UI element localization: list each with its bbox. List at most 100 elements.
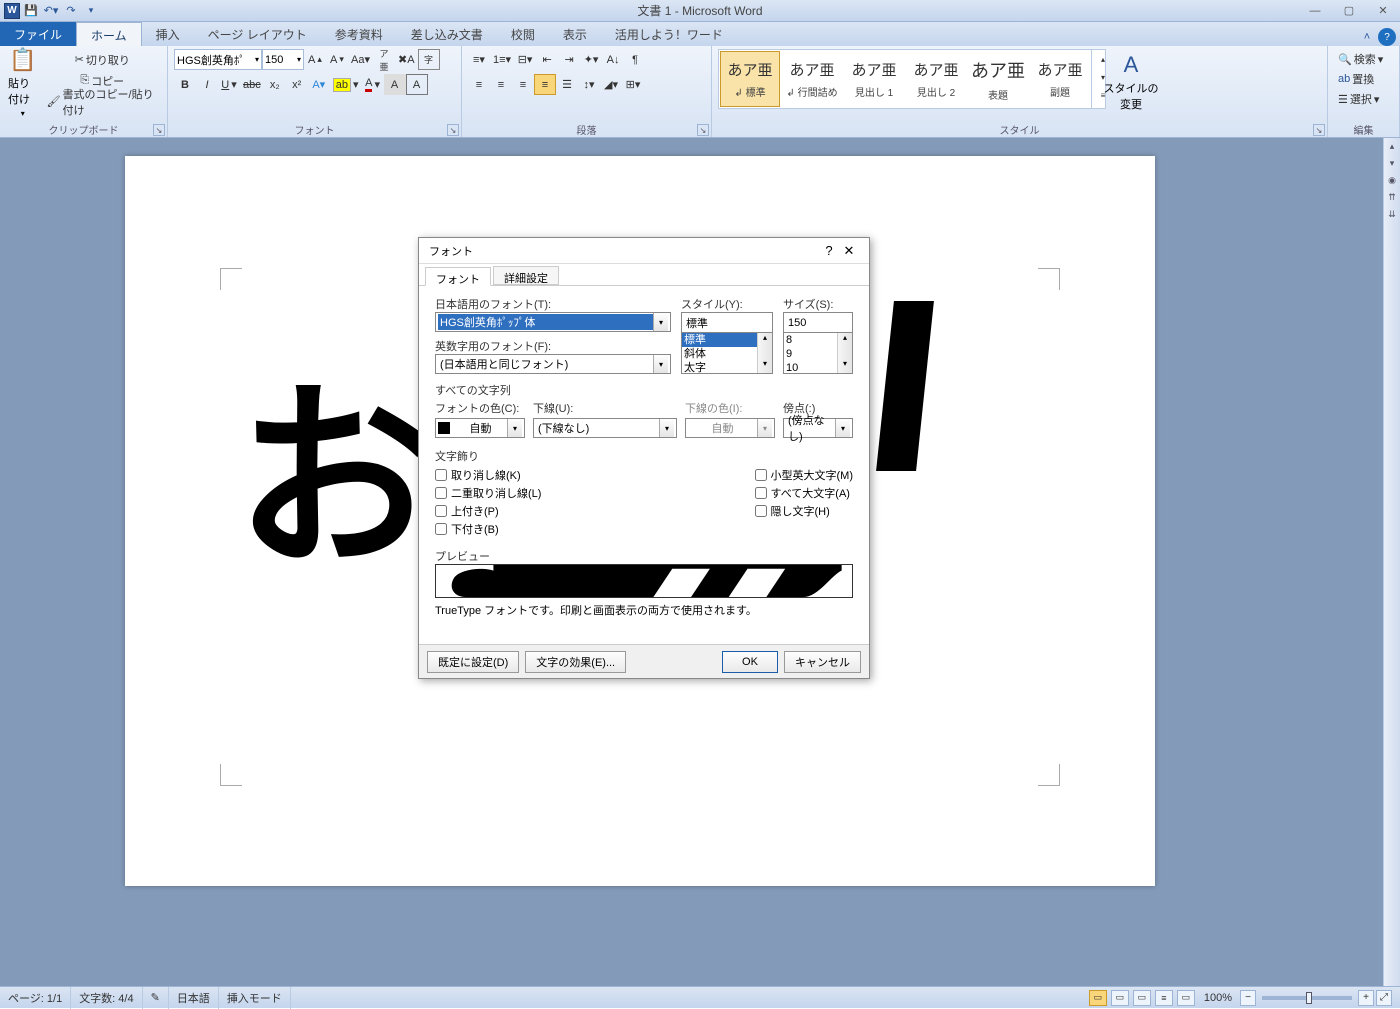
help-icon[interactable]: ? — [1378, 28, 1396, 46]
change-case-button[interactable]: Aa▾ — [348, 49, 373, 70]
tab-file[interactable]: ファイル — [0, 22, 76, 46]
draft-view-button[interactable]: ▭ — [1177, 990, 1195, 1006]
undo-button[interactable]: ↶▾ — [42, 2, 60, 20]
line-spacing-button[interactable]: ↕▾ — [578, 74, 600, 95]
replace-button[interactable]: ab 置換 — [1334, 69, 1378, 89]
zoom-slider-thumb[interactable] — [1306, 992, 1312, 1004]
tab-mailings[interactable]: 差し込み文書 — [397, 22, 497, 46]
chevron-down-icon[interactable]: ▾ — [507, 419, 522, 437]
tab-insert[interactable]: 挿入 — [142, 22, 194, 46]
decrease-indent-button[interactable]: ⇤ — [536, 49, 558, 70]
scroll-down-button[interactable]: ▾ — [1384, 155, 1400, 172]
shrink-font-button[interactable]: A▾ — [326, 49, 348, 70]
dialog-help-button[interactable]: ? — [819, 243, 839, 258]
document-text[interactable]: お — [235, 316, 425, 606]
set-default-button[interactable]: 既定に設定(D) — [427, 651, 519, 673]
next-page-button[interactable]: ⇊ — [1384, 206, 1400, 223]
strikethrough-button[interactable]: abc — [240, 74, 264, 95]
scroll-up-button[interactable]: ▴ — [1384, 138, 1400, 155]
chevron-down-icon[interactable]: ▾ — [757, 419, 772, 437]
chevron-down-icon[interactable]: ▾ — [659, 419, 674, 437]
underline-color-combo[interactable]: 自動▾ — [685, 418, 775, 438]
size-listbox[interactable]: 8 9 10 ▴▾ — [783, 332, 853, 374]
tab-view[interactable]: 表示 — [549, 22, 601, 46]
style-heading1[interactable]: あア亜見出し 1 — [844, 51, 904, 107]
scroll-down-icon[interactable]: ▾ — [758, 359, 772, 373]
scroll-up-icon[interactable]: ▴ — [838, 333, 852, 347]
superscript-button[interactable]: x² — [286, 74, 308, 95]
zoom-out-button[interactable]: − — [1240, 990, 1256, 1006]
style-title[interactable]: あア亜表題 — [968, 51, 1028, 107]
change-styles-button[interactable]: A スタイルの 変更 — [1106, 49, 1156, 115]
font-color-button[interactable]: A▾ — [362, 74, 384, 95]
character-border-button[interactable]: A — [406, 74, 428, 95]
redo-button[interactable]: ↷ — [62, 2, 80, 20]
style-nospacing[interactable]: あア亜↲ 行間詰め — [782, 51, 842, 107]
status-page[interactable]: ページ: 1/1 — [0, 987, 71, 1009]
font-name-combo[interactable]: HGS創英角ﾎﾟ▾ — [174, 49, 262, 70]
sort-button[interactable]: A↓ — [602, 49, 624, 70]
clipboard-dialog-launcher[interactable]: ↘ — [153, 124, 165, 136]
ok-button[interactable]: OK — [722, 651, 778, 673]
numbering-button[interactable]: 1≡▾ — [490, 49, 514, 70]
subscript-checkbox[interactable]: 下付き(B) — [435, 520, 541, 538]
zoom-fit-button[interactable]: ⤢ — [1376, 990, 1392, 1006]
align-left-button[interactable]: ≡ — [468, 74, 490, 95]
enclose-char-button[interactable]: 字 — [418, 49, 440, 70]
distribute-button[interactable]: ☰ — [556, 74, 578, 95]
clear-formatting-button[interactable]: ✖A — [395, 49, 418, 70]
bold-button[interactable]: B — [174, 74, 196, 95]
vertical-scrollbar[interactable]: ▴ ▾ ◉ ⇈ ⇊ — [1383, 138, 1400, 986]
zoom-level[interactable]: 100% — [1204, 992, 1232, 1004]
double-strike-checkbox[interactable]: 二重取り消し線(L) — [435, 484, 541, 502]
cut-button[interactable]: ✂切り取り — [44, 49, 161, 70]
prev-page-button[interactable]: ⇈ — [1384, 189, 1400, 206]
outline-view-button[interactable]: ≡ — [1155, 990, 1173, 1006]
style-heading2[interactable]: あア亜見出し 2 — [906, 51, 966, 107]
web-layout-view-button[interactable]: ▭ — [1133, 990, 1151, 1006]
size-input[interactable]: 150 — [783, 312, 853, 332]
ribbon-minimize-icon[interactable]: ˄ — [1358, 28, 1376, 46]
allcaps-checkbox[interactable]: すべて大文字(A) — [755, 484, 854, 502]
paragraph-dialog-launcher[interactable]: ↘ — [697, 124, 709, 136]
style-normal[interactable]: あア亜↲ 標準 — [720, 51, 780, 107]
align-right-button[interactable]: ≡ — [512, 74, 534, 95]
format-painter-button[interactable]: 🖌書式のコピー/貼り付け — [44, 91, 161, 112]
hidden-checkbox[interactable]: 隠し文字(H) — [755, 502, 854, 520]
underline-combo[interactable]: (下線なし)▾ — [533, 418, 677, 438]
show-marks-button[interactable]: ¶ — [624, 49, 646, 70]
styles-dialog-launcher[interactable]: ↘ — [1313, 124, 1325, 136]
tab-review[interactable]: 校閲 — [497, 22, 549, 46]
smallcaps-checkbox[interactable]: 小型英大文字(M) — [755, 466, 854, 484]
enfont-combo[interactable]: (日本語用と同じフォント)▾ — [435, 354, 671, 374]
emphasis-combo[interactable]: (傍点なし)▾ — [783, 418, 853, 438]
dialog-close-button[interactable]: ✕ — [839, 243, 859, 259]
qat-customize[interactable]: ▾ — [82, 2, 100, 20]
status-language[interactable]: 日本語 — [169, 987, 219, 1009]
chevron-down-icon[interactable]: ▾ — [653, 313, 668, 331]
tab-references[interactable]: 参考資料 — [321, 22, 397, 46]
bullets-button[interactable]: ≡▾ — [468, 49, 490, 70]
superscript-checkbox[interactable]: 上付き(P) — [435, 502, 541, 520]
chevron-down-icon[interactable]: ▾ — [835, 419, 850, 437]
grow-font-button[interactable]: A▴ — [304, 49, 326, 70]
status-proofing[interactable]: ✎ — [143, 987, 169, 1009]
zoom-in-button[interactable]: + — [1358, 990, 1374, 1006]
increase-indent-button[interactable]: ⇥ — [558, 49, 580, 70]
subscript-button[interactable]: x₂ — [264, 74, 286, 95]
scroll-up-icon[interactable]: ▴ — [758, 333, 772, 347]
select-button[interactable]: ☰ 選択▾ — [1334, 89, 1383, 109]
asian-layout-button[interactable]: ✦▾ — [580, 49, 602, 70]
dialog-tab-advanced[interactable]: 詳細設定 — [493, 266, 559, 285]
align-center-button[interactable]: ≡ — [490, 74, 512, 95]
underline-button[interactable]: U▾ — [218, 74, 240, 95]
font-size-combo[interactable]: 150▾ — [262, 49, 304, 70]
paste-button[interactable]: 📋 貼り付け ▾ — [6, 49, 40, 115]
text-effects-button[interactable]: 文字の効果(E)... — [525, 651, 626, 673]
character-shading-button[interactable]: A — [384, 74, 406, 95]
print-layout-view-button[interactable]: ▭ — [1089, 990, 1107, 1006]
zoom-slider[interactable] — [1262, 996, 1352, 1000]
minimize-button[interactable]: — — [1298, 0, 1332, 22]
tab-home[interactable]: ホーム — [76, 22, 142, 46]
dialog-tab-font[interactable]: フォント — [425, 267, 491, 286]
